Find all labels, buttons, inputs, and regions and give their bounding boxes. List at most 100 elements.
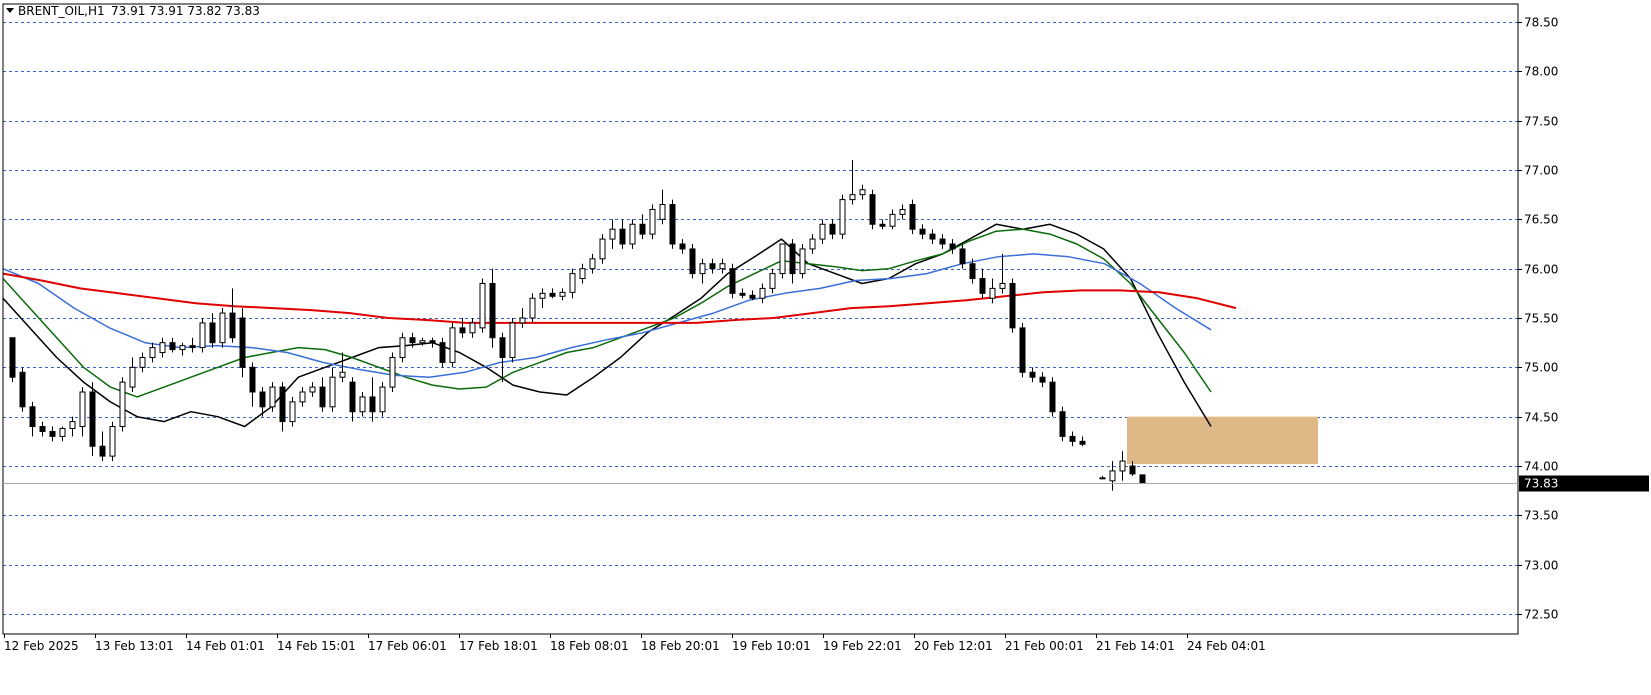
candle-body [929, 233, 936, 240]
candle-body [149, 347, 156, 358]
candle-body [279, 386, 286, 423]
candle-body [469, 322, 476, 334]
candle-body [449, 327, 456, 363]
candle-body [1109, 470, 1116, 482]
candle-body [759, 287, 766, 299]
candle-body [909, 204, 916, 230]
candle-body [379, 386, 386, 413]
y-tick-label: 75.50 [1524, 312, 1558, 326]
y-tick-label: 73.50 [1524, 509, 1558, 523]
candle-body [29, 406, 36, 428]
candle-body [699, 263, 706, 275]
candle-body [439, 342, 446, 363]
candle-body [509, 322, 516, 358]
candle-body [749, 294, 756, 299]
candle-body [559, 291, 566, 297]
candle-body [89, 391, 96, 447]
current-price-label: 73.83 [1524, 477, 1558, 491]
candle-body [939, 238, 946, 245]
y-tick-label: 75.00 [1524, 361, 1558, 375]
candle-body [859, 189, 866, 196]
y-tick-label: 77.00 [1524, 164, 1558, 178]
supply-zone [1127, 416, 1318, 465]
candle-body [199, 322, 206, 349]
candle-body [619, 228, 626, 245]
candle-body [79, 391, 86, 428]
candle-body [769, 273, 776, 289]
candle-body [949, 243, 956, 250]
candle-body [209, 322, 216, 344]
candle-body [259, 391, 266, 408]
y-tick-label: 78.00 [1524, 65, 1558, 79]
candle-body [889, 213, 896, 227]
candle-body [349, 381, 356, 413]
x-tick-label: 24 Feb 04:01 [1187, 639, 1266, 653]
candle-body [309, 386, 316, 393]
y-tick-label: 74.00 [1524, 460, 1558, 474]
y-tick-label: 76.50 [1524, 213, 1558, 227]
x-tick-label: 19 Feb 22:01 [823, 639, 902, 653]
candle-body [369, 396, 376, 413]
candle-body [959, 248, 966, 265]
candle-body [849, 194, 856, 201]
candles [9, 160, 1146, 491]
candle-body [1039, 376, 1046, 383]
candle-body [1099, 477, 1106, 480]
candle-body [649, 208, 656, 235]
candle-body [599, 238, 606, 260]
candle-body [1029, 371, 1036, 378]
candle-body [219, 312, 226, 344]
price-chart[interactable]: 72.50 73.00 73.50 74.00 74.50 75.00 75.50 76.00… [0, 0, 1651, 691]
candle-body [839, 199, 846, 235]
candle-body [1009, 282, 1016, 329]
candle-body [479, 282, 486, 329]
candle-body [249, 366, 256, 393]
x-tick-label: 18 Feb 08:01 [550, 639, 629, 653]
candle-body [869, 194, 876, 225]
menu-triangle-icon[interactable] [6, 8, 14, 13]
chart-window[interactable]: 72.50 73.00 73.50 74.00 74.50 75.00 75.50 76.00… [0, 0, 1651, 691]
candle-body [819, 223, 826, 240]
y-tick-label: 78.50 [1524, 16, 1558, 30]
candle-body [179, 345, 186, 351]
candle-body [129, 366, 136, 388]
candle-body [169, 342, 176, 351]
candle-body [339, 371, 346, 378]
candle-body [589, 258, 596, 270]
candle-body [329, 376, 336, 408]
candle-body [809, 238, 816, 250]
candle-body [829, 223, 836, 235]
x-tick-label: 13 Feb 13:01 [95, 639, 174, 653]
candle-body [639, 223, 646, 235]
candle-body [629, 223, 636, 245]
candle-body [1069, 435, 1076, 442]
candle-body [299, 391, 306, 403]
candle-body [9, 337, 16, 378]
candle-body [529, 297, 536, 319]
candle-body [879, 223, 886, 227]
candle-body [99, 445, 106, 457]
candle-body [579, 268, 586, 280]
candle-body [729, 268, 736, 294]
symbol-label: BRENT_OIL,H1 [18, 4, 105, 18]
candle-body [989, 287, 996, 299]
y-tick-label: 73.00 [1524, 559, 1558, 573]
candle-body [19, 371, 26, 408]
candle-body [59, 428, 66, 437]
candle-body [489, 282, 496, 339]
candle-body [319, 386, 326, 408]
candle-body [159, 342, 166, 354]
x-tick-label: 18 Feb 20:01 [641, 639, 720, 653]
candle-body [459, 327, 466, 334]
candle-body [1049, 381, 1056, 413]
y-tick-label: 77.50 [1524, 115, 1558, 129]
candle-body [419, 340, 426, 344]
x-tick-label: 14 Feb 15:01 [277, 639, 356, 653]
candle-body [669, 204, 676, 245]
candle-body [499, 337, 506, 358]
candle-body [979, 278, 986, 294]
candle-body [109, 426, 116, 457]
candle-body [919, 228, 926, 235]
candle-body [659, 204, 666, 220]
candle-body [119, 381, 126, 428]
